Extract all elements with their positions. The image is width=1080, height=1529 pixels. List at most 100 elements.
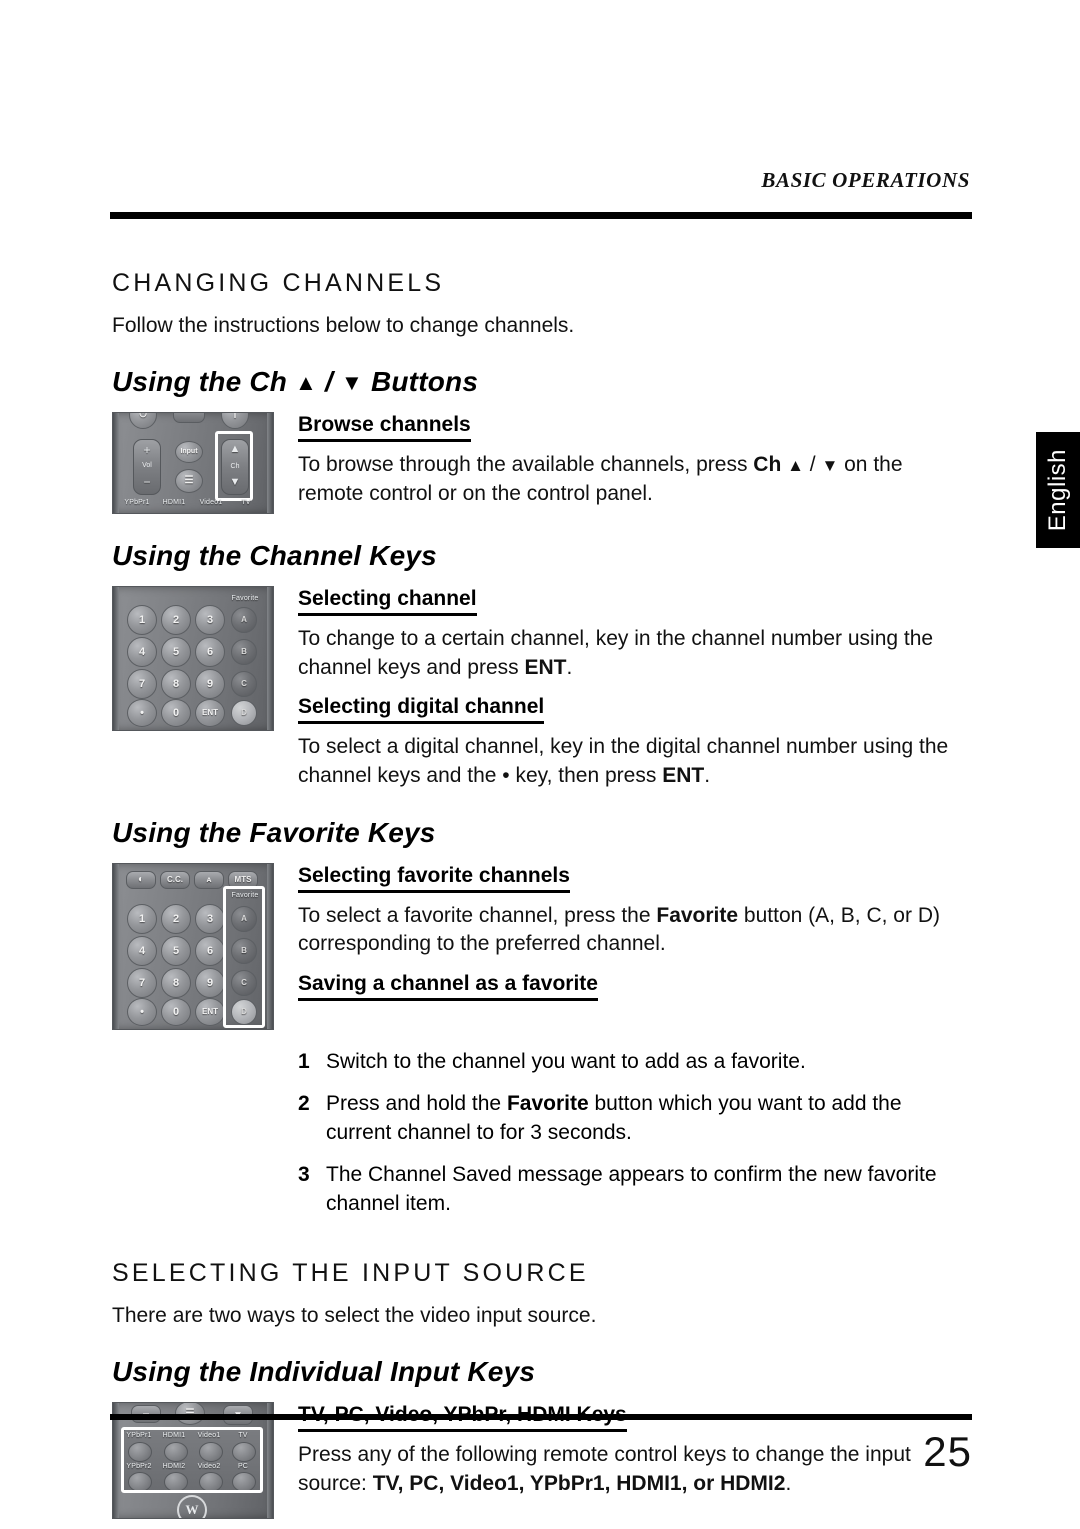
heading-browse-channels: Browse channels <box>298 412 471 443</box>
favorite-column-label: Favorite <box>231 594 259 602</box>
keypad-key-ent: ENT <box>195 698 225 727</box>
figure-remote-channel-rocker: ⏻ i + Vol − Input ☰ ▲ Ch ▼ YPbPr1 HDMI1 … <box>112 411 274 514</box>
contrast-button-icon: ◐ <box>126 870 156 889</box>
favorite-key-d: D <box>231 699 257 726</box>
paragraph-selecting-digital-channel: To select a digital channel, key in the … <box>298 733 972 790</box>
input-label-hdmi1: HDMI1 <box>162 498 186 506</box>
down-arrow-icon: ▼ <box>340 369 363 395</box>
remote-edge-right <box>267 412 273 513</box>
step-number: 3 <box>298 1163 310 1187</box>
manual-page: BASIC OPERATIONS English CHANGING CHANNE… <box>0 0 1080 1529</box>
channel-up-icon: ▲ <box>229 442 241 455</box>
favorite-key-c: C <box>231 969 257 996</box>
favorite-column-label: Favorite <box>231 891 259 899</box>
step-item: 3 The Channel Saved message appears to c… <box>298 1161 972 1218</box>
sel-dig-body-a: To select a digital channel, key in the … <box>298 735 949 787</box>
down-arrow-icon: ▼ <box>821 456 839 476</box>
favorite-key-a: A <box>231 905 257 932</box>
keypad-key-7: 7 <box>127 967 157 998</box>
paragraph-selecting-favorite-channels: To select a favorite channel, press the … <box>298 902 972 959</box>
input-button: Input <box>175 440 203 463</box>
aspect-button: ᴀ <box>194 870 224 889</box>
heading-selecting-digital-channel: Selecting digital channel <box>298 694 545 725</box>
heading-selecting-channel: Selecting channel <box>298 586 477 617</box>
keypad-key-1: 1 <box>127 604 157 635</box>
keypad-key-6: 6 <box>195 935 225 966</box>
keypad-key-4: 4 <box>127 636 157 667</box>
brand-logo-icon: W <box>177 1495 207 1519</box>
up-arrow-icon: ▲ <box>787 456 804 476</box>
block-favorite-keys: ◐ C.C. ᴀ MTS Favorite 1 2 3 A 4 5 6 B 7 … <box>112 862 972 1030</box>
ch-buttons-title-sep: / <box>317 365 341 397</box>
up-arrow-icon: ▲ <box>295 369 318 395</box>
keypad-key-6: 6 <box>195 636 225 667</box>
favorite-key-b: B <box>231 638 257 665</box>
keypad-key-4: 4 <box>127 935 157 966</box>
steps-saving-favorite: 1 Switch to the channel you want to add … <box>112 1048 972 1219</box>
input-label-video1: Video1 <box>199 498 223 506</box>
section-intro-input-source: There are two ways to select the video i… <box>112 1303 597 1327</box>
keypad-key-3: 3 <box>195 903 225 934</box>
keypad-key-9: 9 <box>195 668 225 699</box>
fav-body-a: To select a favorite channel, press the <box>298 903 657 927</box>
heading-saving-channel-as-favorite: Saving a channel as a favorite <box>298 971 598 1002</box>
favorite-key-b: B <box>231 937 257 964</box>
keypad-key-7: 7 <box>127 668 157 699</box>
favorite-key-d: D <box>231 998 257 1025</box>
step-text-a: Press and hold the <box>326 1092 507 1116</box>
volume-rocker: + Vol − <box>133 438 161 495</box>
remote-edge-right <box>267 863 273 1029</box>
remote-control-channel-rocker: ⏻ i + Vol − Input ☰ ▲ Ch ▼ YPbPr1 HDMI1 … <box>112 411 274 514</box>
sel-dig-body-c: . <box>704 763 711 787</box>
step-number: 2 <box>298 1092 310 1116</box>
keypad-key-8: 8 <box>161 668 191 699</box>
section-heading-changing-channels: CHANGING CHANNELS <box>112 269 445 297</box>
sel-dig-body-bold: ENT <box>662 763 705 787</box>
volume-up-label: + <box>143 442 151 457</box>
top-pill-button <box>173 412 205 423</box>
step-text: Press and hold the Favorite button which… <box>326 1090 972 1147</box>
step-text-a: The Channel Saved message appears to con… <box>326 1163 937 1215</box>
mts-button: MTS <box>228 870 258 889</box>
text-favorite-keys: Selecting favorite channels To select a … <box>274 863 972 1002</box>
subsection-title-channel-keys: Using the Channel Keys <box>112 539 437 571</box>
keypad-key-2: 2 <box>161 604 191 635</box>
keypad-key-1: 1 <box>127 903 157 934</box>
closed-caption-button: C.C. <box>160 870 190 889</box>
keypad-key-5: 5 <box>161 935 191 966</box>
section-heading-input-source: SELECTING THE INPUT SOURCE <box>112 1259 589 1288</box>
page-number: 25 <box>923 1428 972 1475</box>
channel-down-icon: ▼ <box>229 475 241 488</box>
keypad-key-2: 2 <box>161 903 191 934</box>
remote-edge-left <box>113 586 119 730</box>
keypad-key-5: 5 <box>161 636 191 667</box>
ch-buttons-title-post: Buttons <box>362 365 479 397</box>
fav-body-bold: Favorite <box>656 903 739 927</box>
subsection-title-favorite-keys: Using the Favorite Keys <box>112 816 436 848</box>
channel-rocker: ▲ Ch ▼ <box>221 438 249 495</box>
language-tab: English <box>1036 432 1080 548</box>
favorite-key-a: A <box>231 606 257 633</box>
channel-label: Ch <box>230 462 240 470</box>
step-text: The Channel Saved message appears to con… <box>326 1161 972 1218</box>
sel-chan-body-bold: ENT <box>524 655 567 679</box>
browse-body-bold: Ch <box>753 453 782 477</box>
keypad-key-ent: ENT <box>195 997 225 1026</box>
step-text-a: Switch to the channel you want to add as… <box>326 1049 806 1073</box>
block-channel-keys: Favorite 1 2 3 A 4 5 6 B 7 8 9 C • 0 ENT <box>112 585 972 791</box>
sel-chan-body-a: To change to a certain channel, key in t… <box>298 627 934 679</box>
remote-control-number-keypad: Favorite 1 2 3 A 4 5 6 B 7 8 9 C • 0 ENT <box>112 585 274 731</box>
remote-edge-left <box>113 863 119 1029</box>
heading-selecting-favorite-channels: Selecting favorite channels <box>298 863 570 893</box>
figure-remote-keypad: Favorite 1 2 3 A 4 5 6 B 7 8 9 C • 0 ENT <box>112 585 274 731</box>
keypad-key-8: 8 <box>161 967 191 998</box>
input-label-tv: TV <box>241 498 251 506</box>
step-text: Switch to the channel you want to add as… <box>326 1048 972 1077</box>
ch-buttons-title-pre: Using the Ch <box>112 365 296 397</box>
step-item: 1 Switch to the channel you want to add … <box>298 1048 972 1077</box>
text-channel-keys: Selecting channel To change to a certain… <box>274 586 972 791</box>
keypad-key-9: 9 <box>195 967 225 998</box>
favorite-key-c: C <box>231 670 257 697</box>
subsection-title-individual-input-keys: Using the Individual Input Keys <box>112 1356 536 1388</box>
step-item: 2 Press and hold the Favorite button whi… <box>298 1090 972 1147</box>
